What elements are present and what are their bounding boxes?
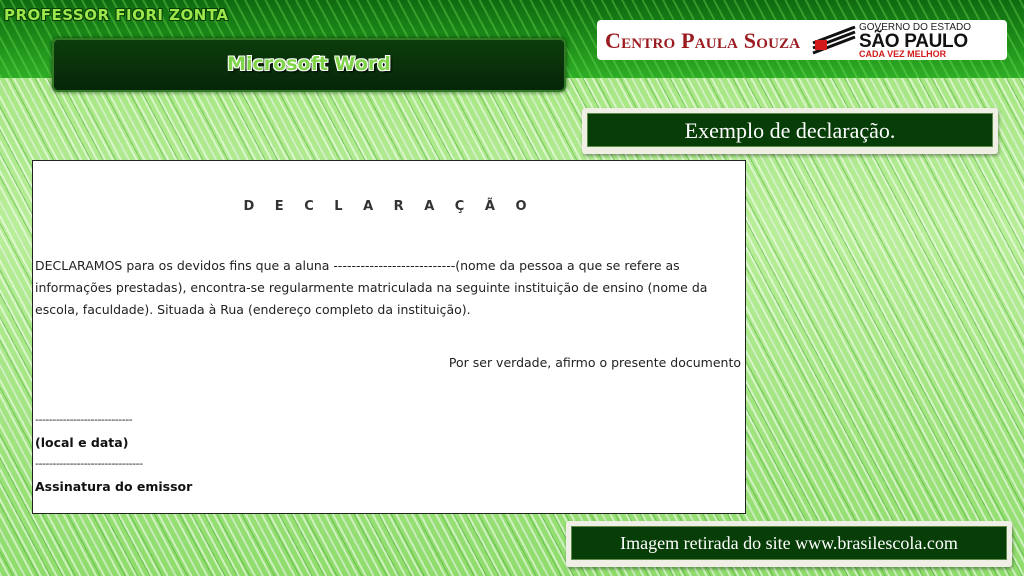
document-heading: D E C L A R A Ç Ã O (243, 199, 535, 214)
declaration-document: D E C L A R A Ç Ã O DECLARAMOS para os d… (32, 160, 746, 514)
slogan-label: CADA VEZ MELHOR (859, 49, 947, 59)
sao-paulo-government-logo: GOVERNO DO ESTADO SÃO PAULO CADA VEZ MEL… (811, 22, 1001, 59)
document-closing: Por ser verdade, afirmo o presente docum… (448, 355, 741, 370)
caption-box: Exemplo de declaração. (582, 108, 998, 154)
source-text: Imagem retirada do site www.brasilescola… (571, 526, 1007, 560)
centro-paula-souza-logo: Centro Paula Souza (605, 28, 801, 53)
source-box: Imagem retirada do site www.brasilescola… (566, 521, 1012, 567)
signer-label: Assinatura do emissor (35, 479, 193, 494)
professor-banner: PROFESSOR FIORI ZONTA (4, 6, 229, 24)
topic-title: Microsoft Word (227, 53, 391, 75)
document-paragraph: DECLARAMOS para os devidos fins que a al… (35, 258, 708, 317)
place-date-label: (local e data) (35, 435, 129, 450)
topic-title-box: Microsoft Word (52, 38, 566, 92)
place-date-line: ---------------------------- (35, 413, 133, 426)
sao-paulo-flag-icon (812, 26, 856, 55)
signature-line: ------------------------------- (35, 457, 143, 470)
institution-logos: Centro Paula Souza GOVERNO DO ESTADO SÃO… (597, 20, 1007, 60)
caption-text: Exemplo de declaração. (587, 113, 993, 147)
